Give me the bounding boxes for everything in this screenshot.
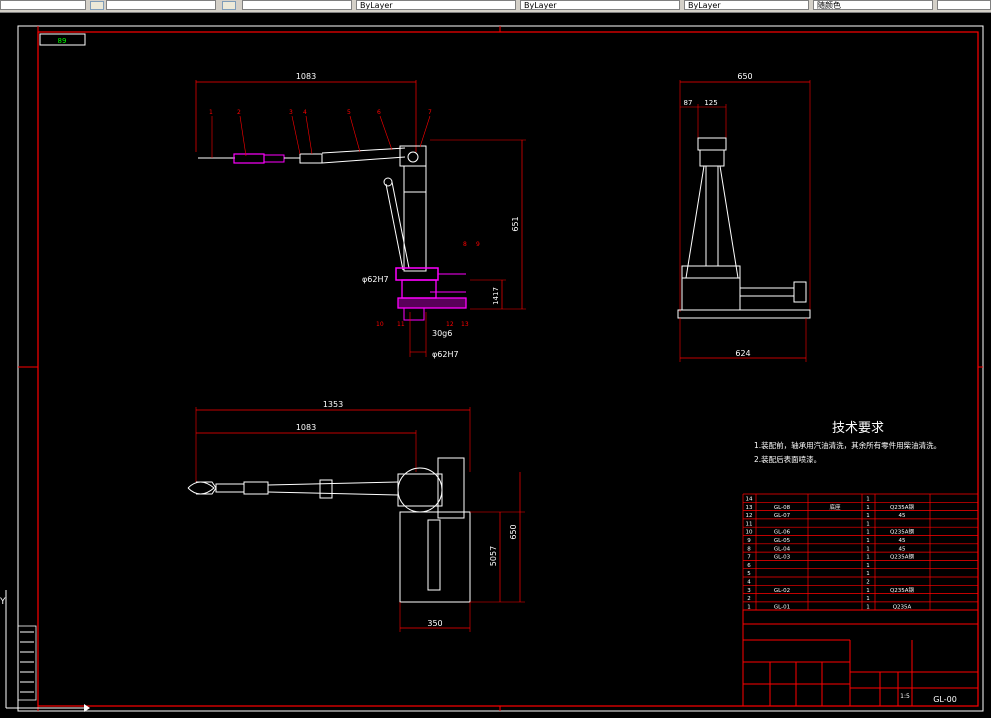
bom-cell-qty: 1 — [866, 505, 870, 511]
toolbar-button[interactable] — [90, 1, 104, 10]
bom-cell-no: 7 — [747, 555, 751, 561]
bom-cell-qty: 1 — [866, 521, 870, 527]
dim-1353: 1353 — [323, 400, 343, 409]
bom-cell-qty: 1 — [866, 546, 870, 552]
bom-cell-mat: Q235A钢 — [890, 553, 915, 561]
balloon: 6 — [377, 109, 381, 116]
bom-table: 14 113 GL-08 底座 1 Q235A钢12 GL-07 1 4511 110 GL-06 1… — [742, 493, 979, 611]
bom-cell-no: 13 — [746, 505, 753, 511]
bom-cell-code: GL-06 — [774, 530, 791, 536]
balloon: 2 — [237, 109, 241, 116]
bom-cell-qty: 1 — [866, 596, 870, 602]
side-view: 650 87 125 624 — [677, 72, 811, 362]
dim-side-125: 125 — [704, 99, 717, 107]
bom-cell-mat: Q235A钢 — [890, 503, 915, 511]
bom-cell-code: GL-07 — [774, 513, 791, 519]
balloon: 13 — [461, 321, 469, 328]
bom-cell-qty: 1 — [866, 513, 870, 519]
notes-title: 技术要求 — [832, 421, 884, 436]
title-block: 1:5 GL-00 — [742, 609, 979, 707]
balloon: 9 — [476, 241, 480, 248]
bom-cell-code: GL-02 — [774, 588, 790, 594]
dim-350: 350 — [427, 619, 442, 628]
note-1: 1.装配前，轴承用汽油清洗，其余所有零件用柴油清洗。 — [754, 440, 941, 450]
toolbar-field[interactable] — [242, 0, 352, 10]
dim-5057: 5057 — [489, 546, 498, 566]
balloon: 3 — [289, 109, 293, 116]
balloon: 7 — [428, 109, 432, 116]
bom-cell-mat: Q235A钢 — [890, 586, 915, 594]
bom-cell-mat: 45 — [899, 538, 906, 544]
bom-cell-no: 11 — [746, 521, 753, 527]
dim-side-87: 87 — [684, 99, 693, 107]
toolbar-field[interactable] — [106, 0, 216, 10]
bom-cell-no: 8 — [747, 546, 751, 552]
dim-1083: 1083 — [296, 72, 316, 81]
bom-cell-no: 6 — [747, 563, 751, 569]
balloon: 12 — [446, 321, 454, 328]
linetype-combo[interactable]: ByLayer — [520, 0, 680, 10]
plotstyle-combo[interactable]: 随颜色 — [813, 0, 933, 10]
plan-view: 1353 1083 650 5057 350 — [187, 400, 525, 632]
inner-frame — [37, 31, 979, 707]
lineweight-combo[interactable]: ByLayer — [684, 0, 809, 10]
ucs-icon: Y — [0, 590, 90, 718]
toolbar-field[interactable] — [0, 0, 86, 10]
dim-bore: φ62H7 — [362, 275, 389, 284]
balloon: 4 — [303, 109, 307, 116]
bom-cell-no: 5 — [747, 571, 751, 577]
dim-plan-1083: 1083 — [296, 423, 316, 432]
note-2: 2.装配后表面喷漆。 — [754, 454, 821, 464]
bom-cell-code: GL-03 — [774, 555, 791, 561]
bom-cell-code: GL-05 — [774, 538, 791, 544]
dim-side-650: 650 — [737, 72, 752, 81]
bom-cell-qty: 1 — [866, 538, 870, 544]
bom-cell-code: GL-04 — [774, 546, 791, 552]
bom-cell-code: GL-08 — [774, 505, 791, 511]
bom-cell-mat: Q235A钢 — [890, 528, 915, 536]
bom-cell-no: 14 — [746, 497, 753, 503]
balloon: 1 — [209, 109, 213, 116]
color-combo[interactable]: ByLayer — [356, 0, 516, 10]
bom-cell-no: 9 — [747, 538, 751, 544]
badge-text: 89 — [58, 37, 67, 45]
dim-side-624: 624 — [735, 349, 750, 358]
toolbar-field[interactable] — [937, 0, 991, 10]
scale-value: 1:5 — [900, 693, 910, 700]
ucs-y-label: Y — [0, 597, 6, 607]
dim-bore-2: φ62H7 — [432, 350, 459, 359]
bom-cell-qty: 1 — [866, 530, 870, 536]
dim-651: 651 — [511, 216, 520, 231]
layer-icon[interactable] — [222, 1, 236, 10]
bom-cell-no: 4 — [747, 580, 751, 586]
bom-cell-qty: 1 — [866, 588, 870, 594]
bom-cell-no: 10 — [746, 530, 753, 536]
bom-cell-mat: 45 — [899, 546, 906, 552]
bom-cell-qty: 1 — [866, 571, 870, 577]
bom-cell-no: 2 — [747, 596, 751, 602]
bom-cell-name: 底座 — [829, 503, 841, 511]
dim-1417: 1417 — [492, 287, 500, 305]
front-view: 1083 1 2 3 4 5 6 7 8 9 10 11 12 13 651 1… — [195, 72, 526, 359]
sheet-border — [17, 25, 984, 712]
bom-cell-qty: 1 — [866, 497, 870, 503]
balloon: 11 — [397, 321, 405, 328]
drawing-canvas[interactable]: 89 1083 1 2 3 4 5 6 7 8 9 10 11 12 13 65… — [0, 12, 991, 714]
bom-cell-no: 3 — [747, 588, 751, 594]
bom-cell-no: 12 — [746, 513, 753, 519]
drawing-number: GL-00 — [933, 695, 957, 704]
balloon: 8 — [463, 241, 467, 248]
bom-cell-mat: 45 — [899, 513, 906, 519]
bom-cell-qty: 2 — [866, 580, 870, 586]
dim-plan-650: 650 — [509, 524, 518, 539]
balloon: 5 — [347, 109, 351, 116]
dim-shaft: 30g6 — [432, 329, 452, 338]
bom-cell-qty: 1 — [866, 555, 870, 561]
balloon: 10 — [376, 321, 384, 328]
bom-cell-qty: 1 — [866, 563, 870, 569]
